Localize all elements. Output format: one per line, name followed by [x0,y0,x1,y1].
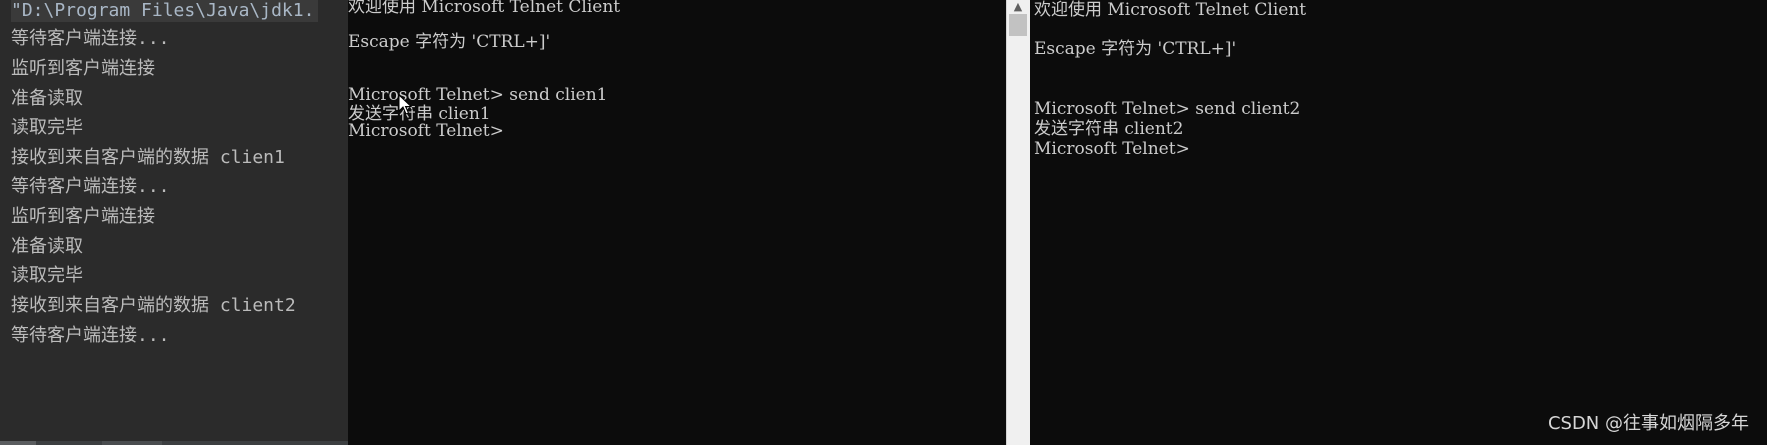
telnet-welcome-text: 欢迎使用 Microsoft Telnet Client [348,0,621,17]
telnet-prompt-line[interactable]: Microsoft Telnet> [1034,139,1190,159]
telnet-window-2[interactable]: 欢迎使用 Microsoft Telnet Client Escape 字符为 … [1030,0,1767,445]
scrollbar-thumb[interactable] [1009,14,1027,36]
console-line: 读取完毕 [11,265,83,286]
telnet-escape-text: Escape 字符为 'CTRL+]' [348,32,551,52]
mouse-pointer-icon [398,94,413,115]
console-line: 准备读取 [11,88,83,109]
telnet-window-1[interactable]: 欢迎使用 Microsoft Telnet Client Escape 字符为 … [348,0,1006,445]
scrollbar-divider [1006,0,1007,445]
console-line: 接收到来自客户端的数据 clien1 [11,147,285,168]
console-line: 等待客户端连接... [11,28,170,49]
console-line: 等待客户端连接... [11,176,170,197]
scrollbar-thumb[interactable] [0,441,36,445]
telnet-escape-text: Escape 字符为 'CTRL+]' [1034,39,1237,59]
scrollbar-thumb-secondary[interactable] [102,441,162,445]
console-line: 读取完毕 [11,117,83,138]
console-line: 等待客户端连接... [11,325,170,346]
telnet-command-line: Microsoft Telnet> send client2 [1034,99,1301,119]
console-line: 监听到客户端连接 [11,206,155,227]
telnet-command-line: Microsoft Telnet> send clien1 [348,85,608,105]
watermark-text: CSDN @往事如烟隔多年 [1547,413,1749,434]
telnet-welcome-text: 欢迎使用 Microsoft Telnet Client [1034,0,1307,20]
chevron-up-icon[interactable]: ▲ [1006,0,1030,14]
telnet-prompt-line[interactable]: Microsoft Telnet> [348,121,504,141]
console-command-line: "D:\Program Files\Java\jdk1. [11,0,319,22]
console-line: 准备读取 [11,236,83,257]
telnet-result-line: 发送字符串 client2 [1034,119,1184,139]
ide-run-console: "D:\Program Files\Java\jdk1. 等待客户端连接... … [0,0,348,445]
console-horizontal-scrollbar[interactable] [0,441,348,445]
telnet-vertical-scrollbar[interactable]: ▲ [1006,0,1030,445]
console-line: 接收到来自客户端的数据 client2 [11,295,296,316]
console-line: 监听到客户端连接 [11,58,155,79]
